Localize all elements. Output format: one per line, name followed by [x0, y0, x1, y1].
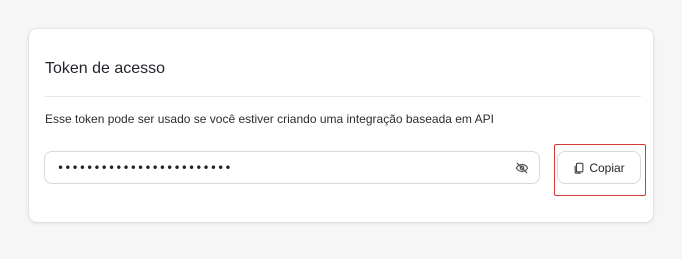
eye-off-icon[interactable] [515, 161, 529, 175]
copy-button[interactable]: Copiar [557, 151, 641, 184]
copy-button-label: Copiar [589, 160, 625, 175]
access-token-card: Token de acesso Esse token pode ser usad… [29, 29, 653, 222]
card-description: Esse token pode ser usado se você estive… [45, 112, 494, 126]
token-input[interactable]: •••••••••••••••••••••••• [44, 151, 540, 184]
divider [45, 96, 641, 97]
copy-icon [574, 162, 584, 174]
card-title: Token de acesso [45, 60, 166, 77]
token-masked-value: •••••••••••••••••••••••• [57, 161, 232, 175]
